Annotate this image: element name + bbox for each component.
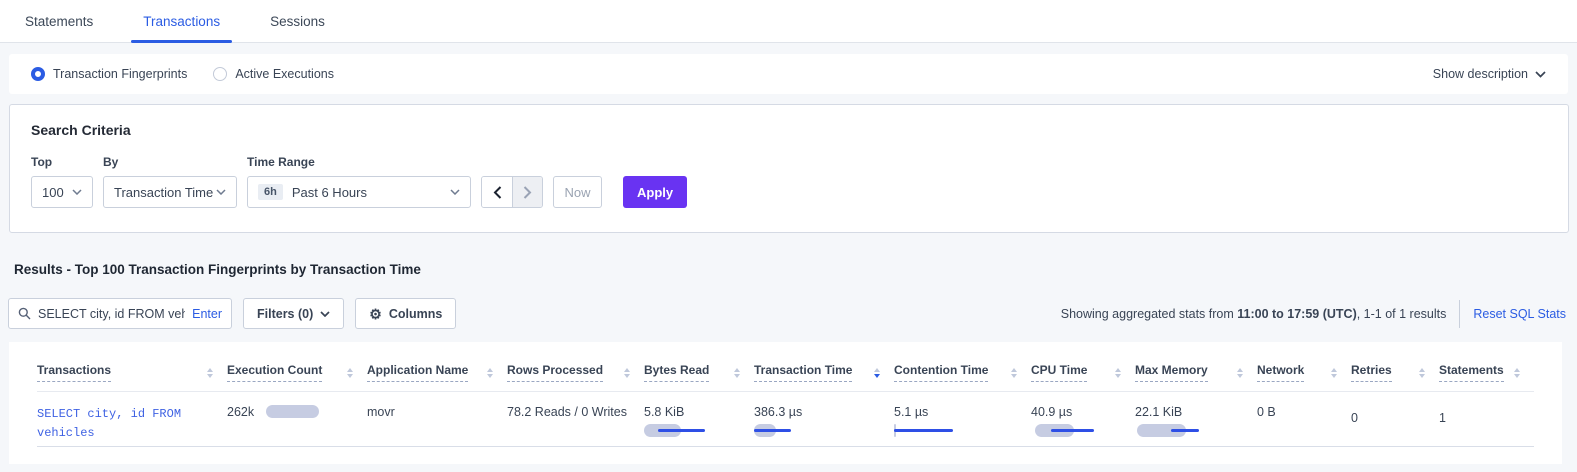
column-header-statements[interactable]: Statements bbox=[1439, 351, 1534, 391]
search-input[interactable] bbox=[38, 307, 185, 321]
results-heading: Results - Top 100 Transaction Fingerprin… bbox=[14, 262, 1577, 277]
sort-icon[interactable] bbox=[734, 368, 740, 382]
enter-hint: Enter bbox=[192, 307, 222, 321]
by-field: By Transaction Time bbox=[103, 155, 237, 208]
sort-icon[interactable] bbox=[347, 368, 353, 382]
cell-bytes-read: 5.8 KiB bbox=[644, 391, 754, 446]
sort-icon[interactable] bbox=[1514, 368, 1520, 382]
table-row: SELECT city, id FROM vehicles 262k movr … bbox=[37, 391, 1534, 446]
cpu-time-bar bbox=[1031, 424, 1111, 437]
previous-time-window-button[interactable] bbox=[482, 177, 512, 207]
time-range-label: Time Range bbox=[247, 155, 471, 169]
next-time-window-button[interactable] bbox=[512, 177, 542, 207]
by-select[interactable]: Transaction Time bbox=[103, 176, 237, 208]
top-label: Top bbox=[31, 155, 93, 169]
transaction-time-bar bbox=[754, 424, 834, 437]
cell-retries: 0 bbox=[1351, 391, 1439, 446]
column-header-contention-time[interactable]: Contention Time bbox=[894, 351, 1031, 391]
cell-contention-time: 5.1 µs bbox=[894, 391, 1031, 446]
cell-statements: 1 bbox=[1439, 391, 1534, 446]
tab-transactions[interactable]: Transactions bbox=[131, 0, 232, 42]
sort-icon[interactable] bbox=[1115, 368, 1121, 382]
tab-statements[interactable]: Statements bbox=[13, 0, 105, 42]
cell-transaction-time: 386.3 µs bbox=[754, 391, 894, 446]
chevron-down-icon bbox=[72, 189, 82, 195]
column-header-max-memory[interactable]: Max Memory bbox=[1135, 351, 1257, 391]
radio-selected-icon[interactable] bbox=[31, 67, 45, 81]
results-controls: Enter Filters (0) ⚙ Columns Showing aggr… bbox=[8, 298, 1569, 329]
sort-icon[interactable] bbox=[487, 368, 493, 382]
sort-icon[interactable] bbox=[1237, 368, 1243, 382]
search-criteria-card: Search Criteria Top 100 By Transaction T… bbox=[9, 104, 1569, 233]
radio-transaction-fingerprints[interactable]: Transaction Fingerprints bbox=[31, 67, 187, 81]
cell-execution-count: 262k bbox=[227, 391, 367, 446]
transactions-table-card: Transactions Execution Count Application… bbox=[9, 342, 1562, 464]
time-range-field: Time Range 6h Past 6 Hours bbox=[247, 155, 471, 208]
cell-max-memory: 22.1 KiB bbox=[1135, 391, 1257, 446]
reset-sql-stats-link[interactable]: Reset SQL Stats bbox=[1473, 307, 1566, 321]
bytes-read-bar bbox=[644, 424, 724, 437]
sort-icon-active-desc[interactable] bbox=[874, 368, 880, 382]
chevron-down-icon bbox=[450, 189, 460, 195]
search-criteria-title: Search Criteria bbox=[31, 122, 1547, 138]
cell-rows-processed: 78.2 Reads / 0 Writes bbox=[507, 391, 644, 446]
cell-cpu-time: 40.9 µs bbox=[1031, 391, 1135, 446]
chevron-down-icon bbox=[320, 311, 330, 317]
column-header-bytes-read[interactable]: Bytes Read bbox=[644, 351, 754, 391]
apply-button[interactable]: Apply bbox=[623, 176, 687, 208]
by-label: By bbox=[103, 155, 237, 169]
column-header-execution-count[interactable]: Execution Count bbox=[227, 351, 367, 391]
sort-icon[interactable] bbox=[207, 368, 213, 382]
sort-icon[interactable] bbox=[1011, 368, 1017, 382]
column-header-cpu-time[interactable]: CPU Time bbox=[1031, 351, 1135, 391]
sort-icon[interactable] bbox=[624, 368, 630, 382]
radio-label: Transaction Fingerprints bbox=[53, 67, 187, 81]
search-icon bbox=[18, 307, 31, 320]
cell-application-name: movr bbox=[367, 391, 507, 446]
aggregated-stats-text: Showing aggregated stats from 11:00 to 1… bbox=[1061, 307, 1447, 321]
top-field: Top 100 bbox=[31, 155, 93, 208]
radio-unselected-icon[interactable] bbox=[213, 67, 227, 81]
cell-transactions: SELECT city, id FROM vehicles bbox=[37, 391, 227, 446]
max-memory-bar bbox=[1135, 424, 1215, 437]
show-description-toggle[interactable]: Show description bbox=[1433, 67, 1546, 81]
chevron-left-icon bbox=[493, 186, 502, 199]
contention-time-bar bbox=[894, 424, 974, 437]
column-header-rows-processed[interactable]: Rows Processed bbox=[507, 351, 644, 391]
chevron-right-icon bbox=[523, 186, 532, 199]
time-range-select[interactable]: 6h Past 6 Hours bbox=[247, 176, 471, 208]
columns-button[interactable]: ⚙ Columns bbox=[355, 298, 456, 329]
transactions-table: Transactions Execution Count Application… bbox=[37, 351, 1534, 447]
page-tabs: Statements Transactions Sessions bbox=[0, 0, 1577, 43]
tab-sessions[interactable]: Sessions bbox=[258, 0, 337, 42]
view-toggle-band: Transaction Fingerprints Active Executio… bbox=[9, 54, 1568, 94]
top-select[interactable]: 100 bbox=[31, 176, 93, 208]
execution-count-bar bbox=[266, 405, 346, 418]
column-header-network[interactable]: Network bbox=[1257, 351, 1351, 391]
chevron-down-icon bbox=[1535, 71, 1546, 78]
sort-icon[interactable] bbox=[1331, 368, 1337, 382]
divider bbox=[1459, 300, 1460, 328]
now-button[interactable]: Now bbox=[553, 176, 602, 208]
cell-network: 0 B bbox=[1257, 391, 1351, 446]
chevron-down-icon bbox=[216, 189, 226, 195]
sql-search-box[interactable]: Enter bbox=[8, 298, 232, 329]
column-header-transaction-time[interactable]: Transaction Time bbox=[754, 351, 894, 391]
radio-active-executions[interactable]: Active Executions bbox=[213, 67, 334, 81]
table-header-row: Transactions Execution Count Application… bbox=[37, 351, 1534, 391]
column-header-transactions[interactable]: Transactions bbox=[37, 351, 227, 391]
transaction-fingerprint-link[interactable]: SELECT city, id FROM vehicles bbox=[37, 405, 202, 443]
column-header-retries[interactable]: Retries bbox=[1351, 351, 1439, 391]
sort-icon[interactable] bbox=[1419, 368, 1425, 382]
column-header-application-name[interactable]: Application Name bbox=[367, 351, 507, 391]
time-window-arrows bbox=[481, 176, 543, 208]
radio-label: Active Executions bbox=[235, 67, 334, 81]
gear-icon: ⚙ bbox=[369, 307, 382, 321]
time-range-badge: 6h bbox=[258, 184, 283, 200]
filters-button[interactable]: Filters (0) bbox=[243, 298, 344, 329]
